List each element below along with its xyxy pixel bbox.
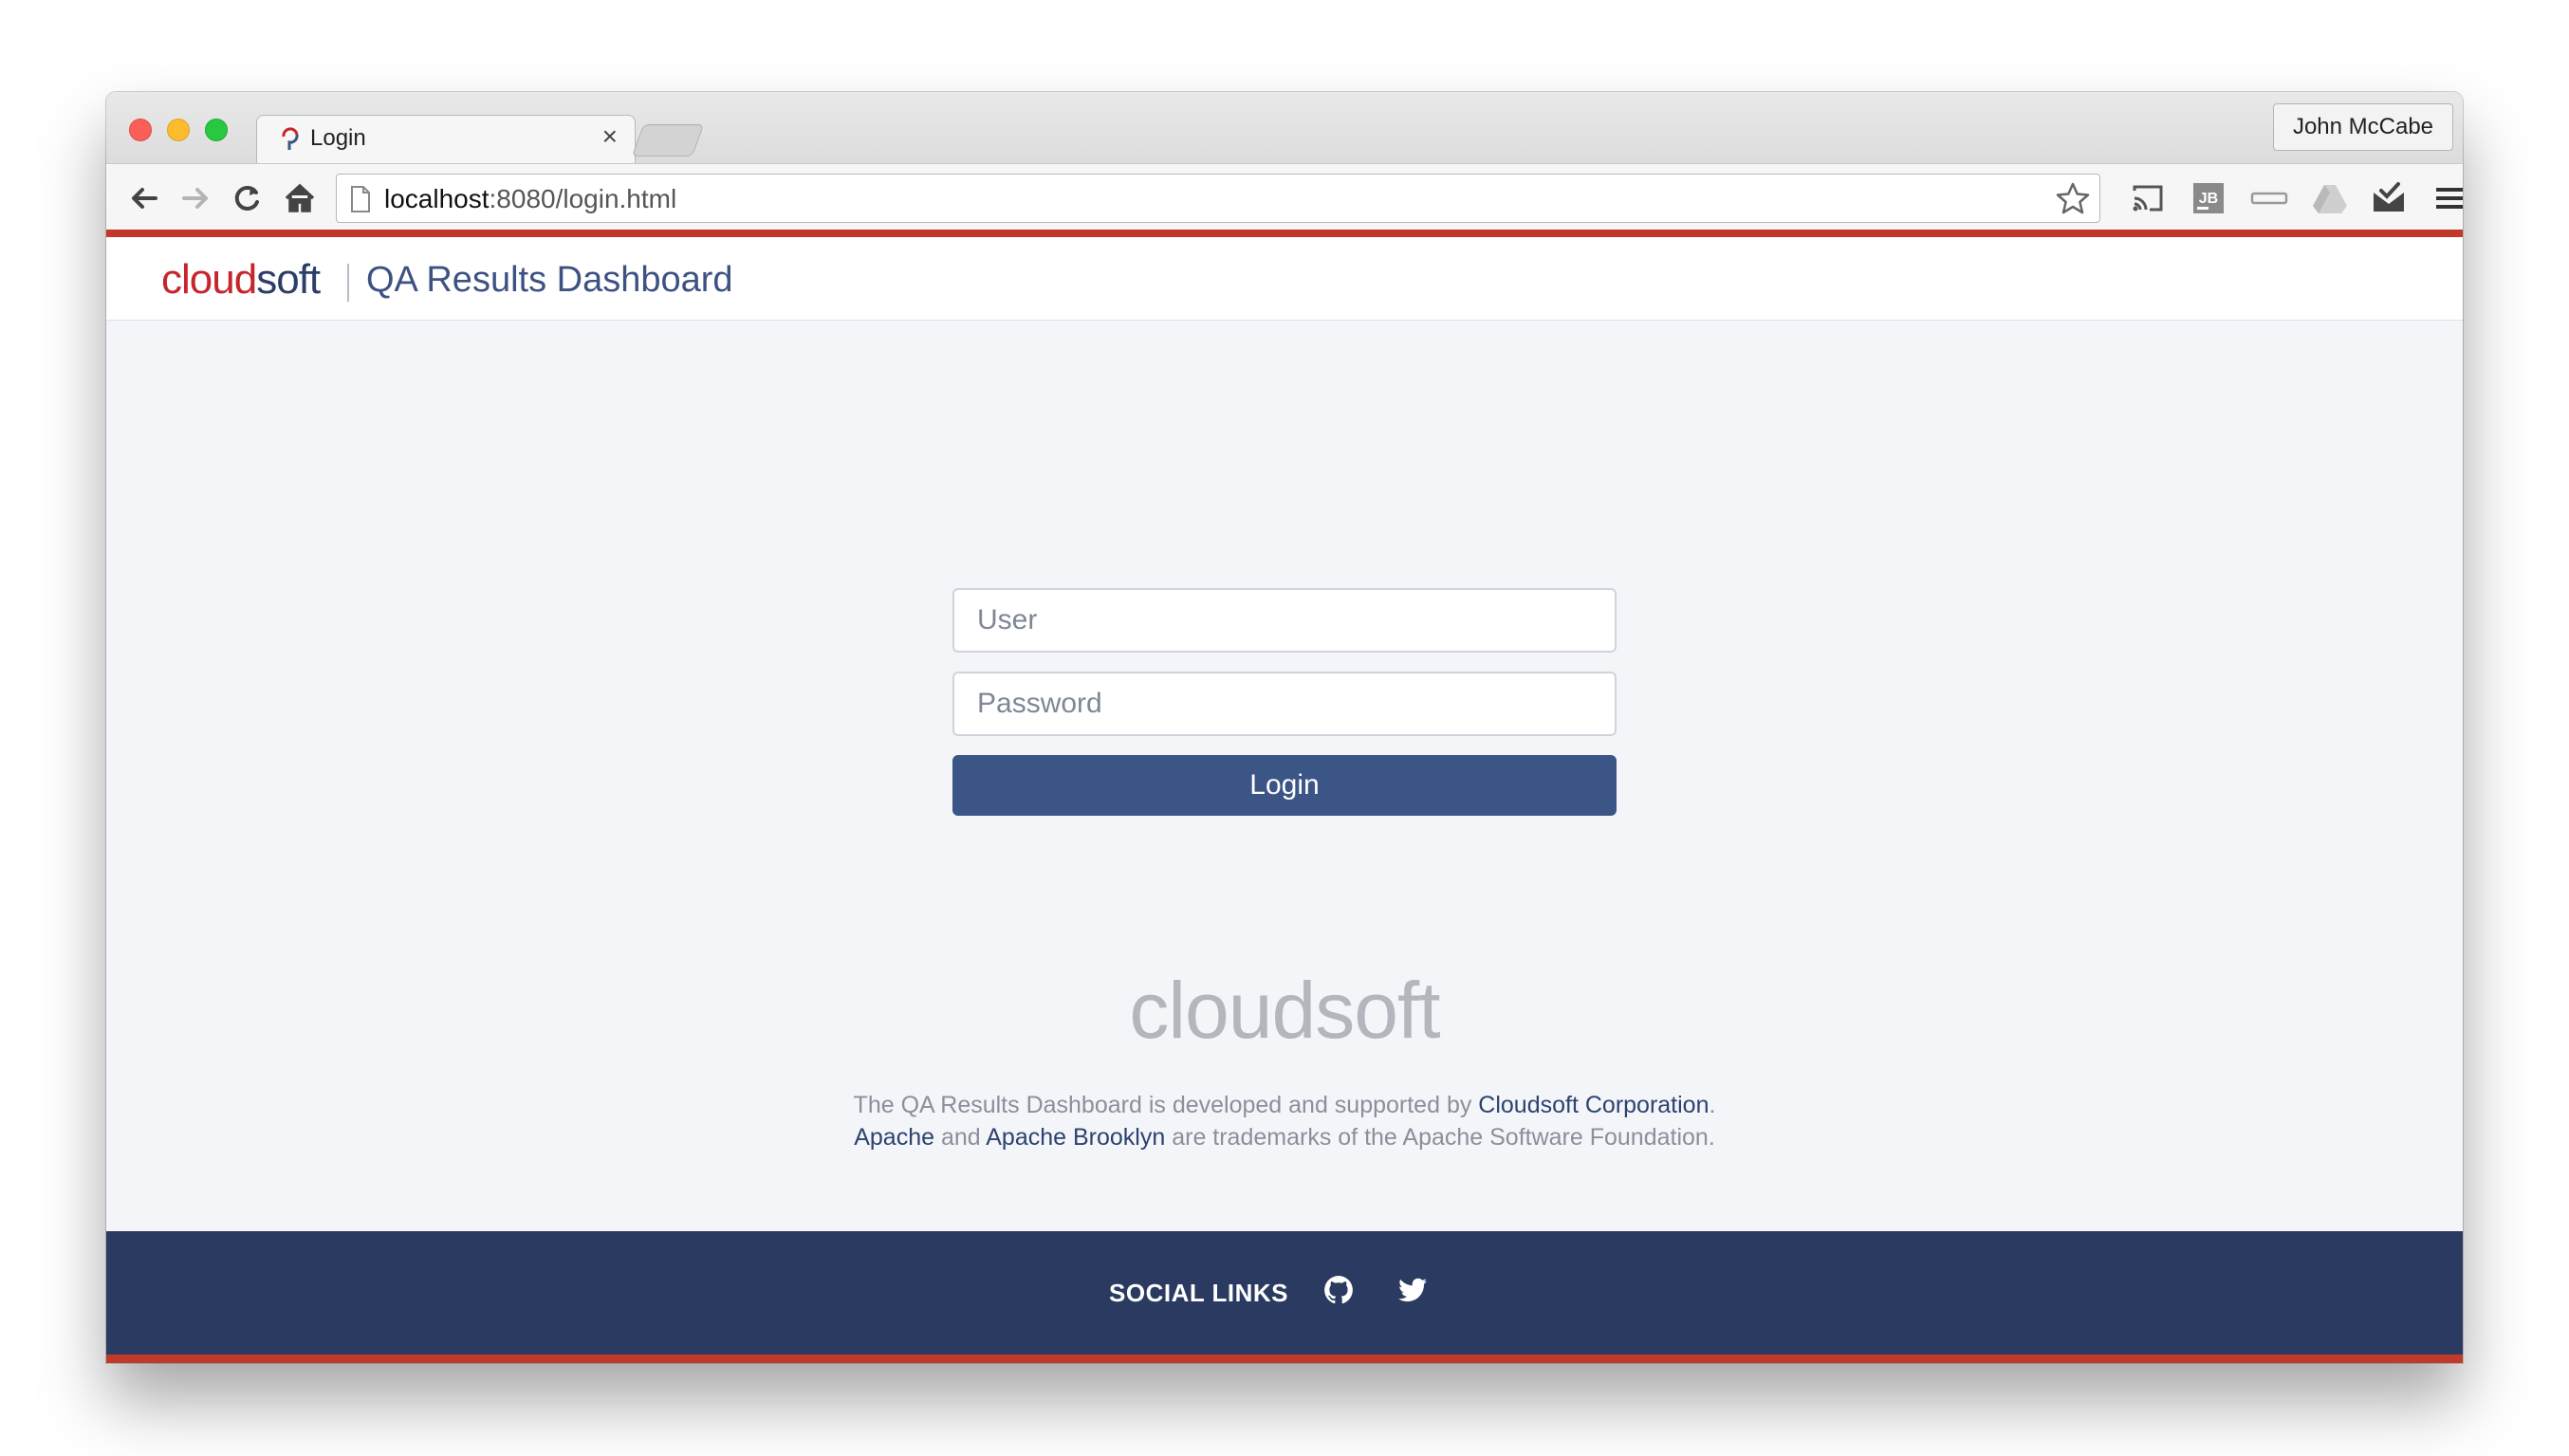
login-button[interactable]: Login <box>952 755 1617 816</box>
social-links-label: SOCIAL LINKS <box>1109 1279 1288 1307</box>
profile-button[interactable]: John McCabe <box>2273 103 2453 151</box>
jb-extension-icon[interactable]: JB <box>2190 179 2227 217</box>
url-text: localhost:8080/login.html <box>384 184 677 213</box>
address-bar[interactable]: localhost:8080/login.html <box>336 174 2100 223</box>
apache-brooklyn-link[interactable]: Apache Brooklyn <box>986 1124 1165 1151</box>
user-input[interactable] <box>952 588 1617 653</box>
page-icon <box>351 186 370 212</box>
svg-text:JB: JB <box>2199 191 2218 207</box>
footer-cloudsoft-logo: cloudsoft <box>1129 966 1440 1055</box>
reload-icon[interactable] <box>228 179 266 217</box>
menu-icon[interactable] <box>2430 179 2463 217</box>
social-links-bar: SOCIAL LINKS <box>106 1231 2463 1355</box>
cast-icon[interactable] <box>2129 179 2167 217</box>
minimize-window-button[interactable] <box>167 119 190 141</box>
password-input[interactable] <box>952 672 1617 736</box>
footer-line-2: Apache and Apache Brooklyn are trademark… <box>854 1124 1715 1151</box>
mail-check-icon[interactable] <box>2370 179 2408 217</box>
title-bar: Login × John McCabe <box>106 92 2463 164</box>
tab-title: Login <box>310 125 366 151</box>
maximize-window-button[interactable] <box>205 119 228 141</box>
forward-arrow-icon[interactable] <box>176 179 214 217</box>
home-icon[interactable] <box>281 179 319 217</box>
app-header: cloudsoft QA Results Dashboard <box>106 237 2463 321</box>
cloudsoft-favicon-icon <box>282 127 299 150</box>
cloudsoft-corporation-link[interactable]: Cloudsoft Corporation <box>1478 1092 1709 1118</box>
page-title[interactable]: QA Results Dashboard <box>366 260 733 301</box>
cloudsoft-logo[interactable]: cloudsoft <box>161 256 321 304</box>
close-window-button[interactable] <box>129 119 152 141</box>
login-form: Login <box>952 588 1617 816</box>
tab-close-icon[interactable]: × <box>602 121 618 151</box>
footer-line-1: The QA Results Dashboard is developed an… <box>853 1092 1716 1118</box>
drive-icon[interactable] <box>2311 179 2349 217</box>
browser-window: Login × John McCabe localhost:8080/login… <box>106 92 2463 1363</box>
new-tab-button[interactable] <box>631 124 705 157</box>
browser-toolbar: localhost:8080/login.html JB <box>106 163 2463 230</box>
top-accent-bar <box>106 230 2463 237</box>
bottom-accent-bar <box>106 1355 2463 1363</box>
twitter-icon[interactable] <box>1396 1274 1429 1306</box>
back-arrow-icon[interactable] <box>125 179 163 217</box>
bookmark-star-icon[interactable] <box>2054 180 2092 218</box>
tab-login[interactable]: Login × <box>256 115 636 164</box>
header-divider <box>347 264 349 302</box>
footer-credits: The QA Results Dashboard is developed an… <box>106 1089 2463 1153</box>
github-icon[interactable] <box>1322 1274 1355 1306</box>
apache-link[interactable]: Apache <box>854 1124 934 1151</box>
extension-bar-icon[interactable] <box>2250 179 2288 217</box>
